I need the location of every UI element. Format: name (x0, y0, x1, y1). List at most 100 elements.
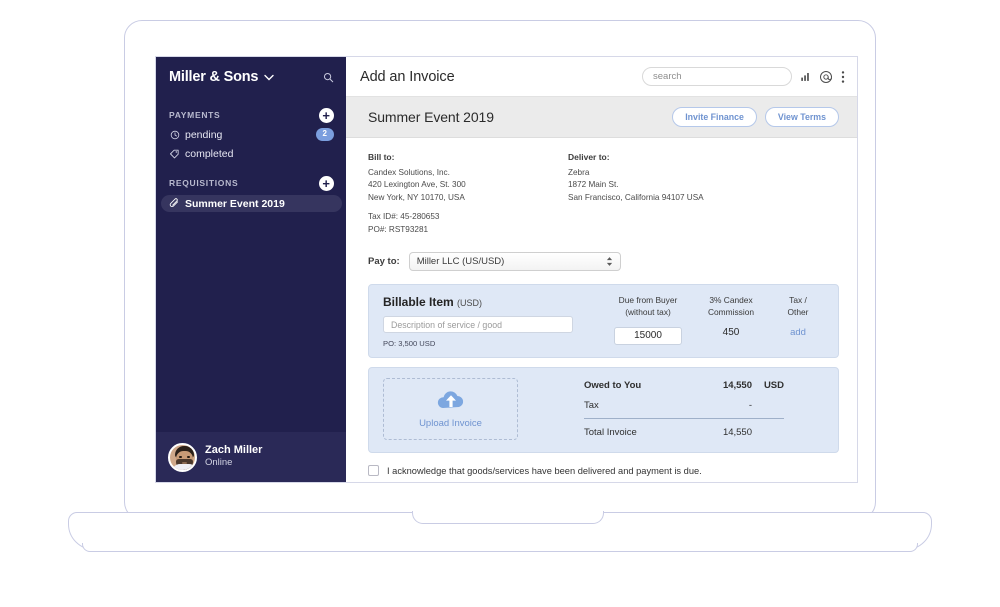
commission-column: 3% Candex Commission 450 (690, 295, 772, 348)
app-screen: Miller & Sons PAYMENTS + pending 2 compl… (155, 56, 858, 483)
top-bar: Add an Invoice (346, 57, 857, 97)
user-info: Zach Miller Online (205, 444, 262, 471)
upload-invoice-label: Upload Invoice (419, 418, 482, 430)
totals-row-owed: Owed to You 14,550 USD (584, 380, 784, 391)
brand-name: Miller & Sons (169, 69, 259, 85)
deliver-to-street: 1872 Main St. (568, 180, 619, 190)
description-input[interactable] (383, 316, 573, 334)
add-payment-button[interactable]: + (319, 107, 334, 123)
header-line-2: (without tax) (625, 307, 671, 318)
sidebar-section-title: PAYMENTS (169, 110, 221, 120)
add-tax-link[interactable]: add (790, 327, 806, 338)
commission-header: 3% Candex Commission (690, 295, 772, 319)
sidebar-item-pending[interactable]: pending 2 (169, 127, 334, 142)
totals-table: Owed to You 14,550 USD Tax - Total Invoi… (584, 380, 784, 438)
billable-title: Billable Item (USD) (383, 295, 606, 309)
billable-title-text: Billable Item (383, 295, 454, 310)
laptop-foot (82, 543, 918, 552)
at-icon[interactable] (819, 70, 833, 84)
totals-label: Tax (584, 400, 599, 412)
bar-chart-icon[interactable] (800, 71, 811, 82)
search-input[interactable] (653, 71, 781, 82)
project-title: Summer Event 2019 (368, 109, 494, 125)
deliver-to-city: San Francisco, California 94107 USA (568, 192, 704, 202)
chevron-down-icon[interactable] (264, 73, 274, 84)
acknowledge-row[interactable]: I acknowledge that goods/services have b… (368, 465, 839, 477)
search-icon[interactable] (323, 72, 334, 83)
header-line-1: Due from Buyer (618, 295, 678, 306)
totals-label: Total Invoice (584, 427, 637, 439)
sidebar: Miller & Sons PAYMENTS + pending 2 compl… (156, 57, 346, 482)
bill-to-label: Bill to: (368, 152, 395, 162)
totals-amount: - (748, 400, 752, 412)
page-title: Add an Invoice (360, 68, 455, 85)
header-line-1: Tax / (789, 295, 807, 306)
user-status: Online (205, 457, 233, 469)
acknowledge-label: I acknowledge that goods/services have b… (387, 465, 702, 476)
avatar-eye-left (179, 455, 182, 458)
po-note: PO: 3,500 USD (383, 339, 436, 349)
tax-other-header: Tax / Other (772, 295, 824, 319)
tag-icon (169, 148, 180, 159)
acknowledge-checkbox[interactable] (368, 465, 379, 477)
user-profile-card[interactable]: Zach Miller Online (156, 432, 346, 482)
due-from-buyer-value-wrap (606, 326, 690, 345)
bill-to-name: Candex Solutions, Inc. (368, 168, 450, 177)
tax-other-value-wrap: add (772, 327, 824, 338)
due-from-buyer-column: Due from Buyer (without tax) (606, 295, 690, 348)
tax-other-column: Tax / Other add (772, 295, 824, 348)
po-number: PO#: RST93281 (368, 224, 429, 234)
due-from-buyer-header: Due from Buyer (without tax) (606, 295, 690, 319)
deliver-to-address: Zebra 1872 Main St. San Francisco, Calif… (568, 167, 704, 204)
commission-value: 450 (722, 326, 740, 338)
deliver-to-block: Deliver to: Zebra 1872 Main St. San Fran… (568, 152, 704, 236)
user-name: Zach Miller (205, 443, 263, 456)
avatar (168, 442, 197, 472)
pay-to-select[interactable]: Miller LLC (US/USD) (408, 252, 621, 272)
sidebar-item-label: Summer Event 2019 (185, 197, 285, 210)
sidebar-section-header: PAYMENTS + (169, 107, 334, 123)
pending-badge: 2 (315, 128, 334, 141)
invite-finance-button[interactable]: Invite Finance (672, 106, 757, 128)
billable-item-card: Billable Item (USD) PO: 3,500 USD Due fr… (368, 284, 839, 359)
sidebar-section-title: REQUISITIONS (169, 178, 239, 188)
billable-currency: (USD) (457, 298, 483, 309)
header-line-2: Other (787, 307, 809, 318)
pay-to-value: Miller LLC (US/USD) (416, 256, 505, 268)
due-from-buyer-input[interactable] (614, 326, 682, 345)
brand-row[interactable]: Miller & Sons (156, 57, 346, 97)
deliver-to-name: Zebra (568, 168, 590, 177)
bill-to-block: Bill to: Candex Solutions, Inc. 420 Lexi… (368, 152, 568, 236)
sub-header-bar: Summer Event 2019 Invite Finance View Te… (346, 97, 857, 138)
tax-id: Tax ID#: 45-280653 (368, 212, 440, 222)
pay-to-row: Pay to: Miller LLC (US/USD) (368, 252, 839, 272)
cloud-upload-icon (435, 389, 467, 416)
totals-divider (584, 418, 784, 420)
sidebar-section-header: REQUISITIONS + (169, 175, 334, 191)
totals-row-total: Total Invoice 14,550 (584, 427, 784, 438)
totals-row-tax: Tax - (584, 400, 784, 411)
main-panel: Add an Invoice Summer Event 2019 Invite … (346, 57, 857, 482)
totals-amount: 14,550 (722, 427, 752, 439)
address-section: Bill to: Candex Solutions, Inc. 420 Lexi… (368, 152, 839, 236)
totals-currency: USD (763, 380, 784, 392)
kebab-menu-icon[interactable] (841, 70, 845, 84)
sidebar-item-summer-event-2019[interactable]: Summer Event 2019 (161, 195, 342, 212)
bill-to-city: New York, NY 10170, USA (368, 192, 465, 202)
stepper-icon (606, 256, 613, 267)
upload-invoice-dropzone[interactable]: Upload Invoice (383, 378, 518, 441)
view-terms-button[interactable]: View Terms (764, 106, 839, 128)
totals-amount: 14,550 (722, 380, 752, 392)
avatar-body (172, 463, 195, 470)
sidebar-item-completed[interactable]: completed (169, 146, 334, 161)
laptop-notch (412, 511, 604, 524)
invoice-body: Bill to: Candex Solutions, Inc. 420 Lexi… (346, 138, 857, 454)
add-requisition-button[interactable]: + (319, 175, 334, 191)
search-box[interactable] (642, 67, 792, 86)
totals-card: Upload Invoice Owed to You 14,550 USD Ta… (368, 367, 839, 454)
sidebar-item-label: completed (185, 147, 234, 160)
bill-to-meta: Tax ID#: 45-280653 PO#: RST93281 (368, 211, 568, 236)
header-line-1: 3% Candex (709, 295, 753, 306)
avatar-eye-right (187, 455, 190, 458)
sidebar-section-requisitions: REQUISITIONS + Summer Event 2019 (156, 175, 346, 212)
